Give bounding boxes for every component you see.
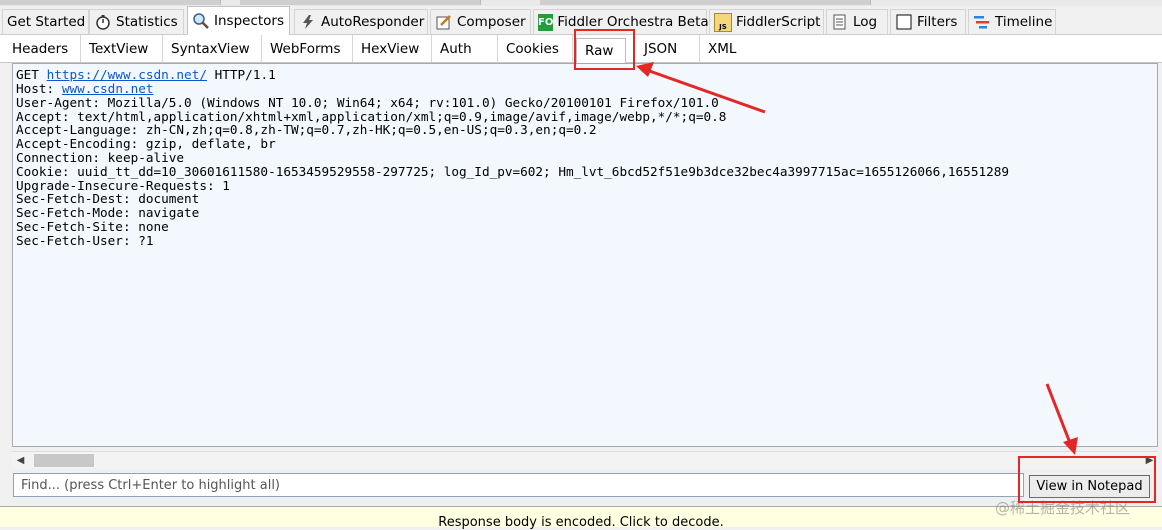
annotation-arrow-notepad	[1045, 383, 1074, 449]
annotation-arrow-raw	[640, 66, 766, 114]
annotation-arrows	[636, 62, 1078, 455]
annotation-arrowhead-notepad	[1063, 437, 1078, 455]
annotation-arrowhead-raw	[636, 62, 654, 77]
